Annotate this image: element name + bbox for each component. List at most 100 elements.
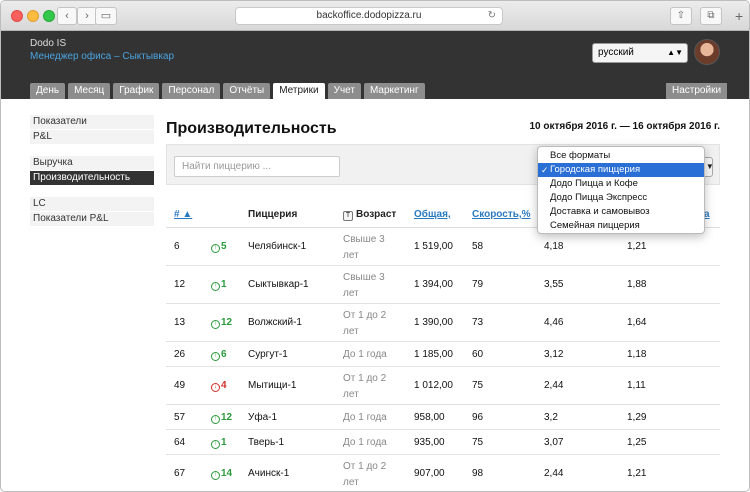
rank-change: ↑ 14 xyxy=(211,468,232,480)
age-cell: До 1 года xyxy=(343,412,387,423)
total-cell: 1 390,00 xyxy=(414,317,453,328)
reload-icon[interactable]: ↻ xyxy=(488,8,496,24)
format-option-express[interactable]: Додо Пицца Экспресс xyxy=(538,191,704,205)
rank-cell: 13 xyxy=(174,317,186,328)
language-select[interactable]: русский ▲▼ xyxy=(592,43,688,63)
age-cell: От 1 до 2 лет xyxy=(343,310,387,337)
pizzeria-header: Пиццерия xyxy=(248,209,298,220)
arrow-up-icon: ↑ xyxy=(211,440,220,449)
language-value: русский xyxy=(598,47,634,58)
metric-cell: 4,18 xyxy=(544,241,564,252)
age-header-label: Возраст xyxy=(356,209,397,220)
speed-cell: 96 xyxy=(472,412,484,423)
speed-cell: 79 xyxy=(472,279,484,290)
age-cell: Свыше 3 лет xyxy=(343,234,385,261)
format-dropdown-menu: Все форматы ✓ Городская пиццерия Додо Пиц… xyxy=(537,146,705,234)
metric-cell: 1,29 xyxy=(627,412,647,423)
tab-accounting[interactable]: Учет xyxy=(327,83,361,99)
sidebar-item-pl-indicators[interactable]: Показатели P&L xyxy=(30,212,154,226)
age-cell: До 1 года xyxy=(343,437,387,448)
close-window-button[interactable] xyxy=(11,10,23,22)
metric-cell: 1,64 xyxy=(627,317,647,328)
table-row[interactable]: 26 ↑ 6 Сургут-1 До 1 года 1 185,00 60 3,12 1,18 xyxy=(166,342,720,367)
rank-change-value: 12 xyxy=(221,317,233,328)
age-cell: От 1 до 2 лет xyxy=(343,461,387,488)
rank-change: ↑ 12 xyxy=(211,412,232,424)
format-option-delivery[interactable]: Доставка и самовывоз xyxy=(538,205,704,219)
rank-cell: 64 xyxy=(174,437,186,448)
metric-cell: 2,44 xyxy=(544,468,564,479)
table-row[interactable]: 57 ↑ 12 Уфа-1 До 1 года 958,00 96 3,2 1,29 xyxy=(166,405,720,430)
avatar[interactable] xyxy=(694,39,720,65)
metric-cell: 1,21 xyxy=(627,468,647,479)
search-input[interactable]: Найти пиццерию ... xyxy=(174,156,340,177)
table-row[interactable]: 64 ↑ 1 Тверь-1 До 1 года 935,00 75 3,07 1,25 xyxy=(166,430,720,455)
sidebar-item-productivity[interactable]: Производительность xyxy=(30,171,154,185)
app-header: Dodo IS Менеджер офиса – Сыктывкар русск… xyxy=(1,31,749,99)
pizzeria-name: Волжский-1 xyxy=(248,317,302,328)
sidebar: Показатели P&L Выручка Производительност… xyxy=(30,115,154,238)
forward-icon[interactable]: › xyxy=(77,7,97,25)
pizzeria-name: Челябинск-1 xyxy=(248,241,307,252)
tab-month[interactable]: Месяц xyxy=(68,83,111,99)
total-cell: 935,00 xyxy=(414,437,445,448)
table-row[interactable]: 49 ↓ 4 Мытищи-1 От 1 до 2 лет 1 012,00 75 2,44 1… xyxy=(166,367,720,405)
metric-cell: 3,07 xyxy=(544,437,564,448)
format-option-coffee[interactable]: Додо Пицца и Кофе xyxy=(538,177,704,191)
rank-cell: 49 xyxy=(174,380,186,391)
address-bar[interactable]: backoffice.dodopizza.ru ↻ xyxy=(235,7,503,25)
new-tab-icon[interactable]: + xyxy=(735,9,749,31)
select-arrows-icon: ▲▼ xyxy=(667,48,683,57)
rank-change-value: 1 xyxy=(221,279,227,290)
rank-cell: 6 xyxy=(174,241,180,252)
zoom-window-button[interactable] xyxy=(43,10,55,22)
sort-number-header[interactable]: # ▲ xyxy=(174,209,192,220)
rank-change-value: 6 xyxy=(221,349,227,360)
format-option-city[interactable]: ✓ Городская пиццерия xyxy=(538,163,704,177)
total-header[interactable]: Общая, xyxy=(414,209,451,220)
speed-cell: 73 xyxy=(472,317,484,328)
rank-change-value: 1 xyxy=(221,437,227,448)
minimize-window-button[interactable] xyxy=(27,10,39,22)
tab-marketing[interactable]: Маркетинг xyxy=(363,83,425,99)
tab-staff[interactable]: Персонал xyxy=(162,83,221,99)
settings-button[interactable]: Настройки xyxy=(666,83,728,99)
tabs-overview-icon[interactable]: ⧉ xyxy=(700,7,722,25)
rank-change: ↑ 6 xyxy=(211,349,227,361)
tab-reports[interactable]: Отчёты xyxy=(223,83,271,99)
arrow-up-icon: ↑ xyxy=(211,352,220,361)
share-icon[interactable]: ⇧ xyxy=(670,7,692,25)
pizzeria-name: Уфа-1 xyxy=(248,412,278,423)
table-row[interactable]: 13 ↑ 12 Волжский-1 От 1 до 2 лет 1 390,00 73 4,… xyxy=(166,304,720,342)
speed-header[interactable]: Скорость,% xyxy=(472,209,531,220)
speed-cell: 58 xyxy=(472,241,484,252)
productivity-table: # ▲ Пиццерия T Возраст Общая, Скорость,% … xyxy=(166,202,720,491)
tab-day[interactable]: День xyxy=(30,83,66,99)
sidebar-item-revenue[interactable]: Выручка xyxy=(30,156,154,170)
sidebar-toggle-icon[interactable]: ▭ xyxy=(95,7,117,25)
total-cell: 958,00 xyxy=(414,412,445,423)
sidebar-item-indicators[interactable]: Показатели xyxy=(30,115,154,129)
sidebar-item-lc[interactable]: LC xyxy=(30,197,154,211)
back-icon[interactable]: ‹ xyxy=(57,7,77,25)
table-row[interactable]: 12 ↑ 1 Сыктывкар-1 Свыше 3 лет 1 394,00 79 3,55… xyxy=(166,266,720,304)
tab-metrics[interactable]: Метрики xyxy=(273,83,325,99)
metric-cell: 3,2 xyxy=(544,412,558,423)
browser-toolbar: ‹ › ▭ backoffice.dodopizza.ru ↻ ⇧ ⧉ + xyxy=(1,1,749,31)
main-tabs: День Месяц График Персонал Отчёты Метрик… xyxy=(30,83,425,99)
rank-cell: 12 xyxy=(174,279,186,290)
rank-cell: 26 xyxy=(174,349,186,360)
office-link[interactable]: Менеджер офиса – Сыктывкар xyxy=(30,51,174,62)
sidebar-item-pl[interactable]: P&L xyxy=(30,130,154,144)
format-option-family[interactable]: Семейная пиццерия xyxy=(538,219,704,233)
filter-icon[interactable]: T xyxy=(343,211,353,221)
pizzeria-name: Сыктывкар-1 xyxy=(248,279,309,290)
rank-change-value: 4 xyxy=(221,380,227,391)
brand-name: Dodo IS xyxy=(30,38,67,49)
pizzeria-name: Сургут-1 xyxy=(248,349,288,360)
table-row[interactable]: 67 ↑ 14 Ачинск-1 От 1 до 2 лет 907,00 98 2,44 1,… xyxy=(166,455,720,491)
age-cell: Свыше 3 лет xyxy=(343,272,385,299)
tab-schedule[interactable]: График xyxy=(113,83,160,99)
format-option-all[interactable]: Все форматы xyxy=(538,149,704,163)
rank-cell: 67 xyxy=(174,468,186,479)
